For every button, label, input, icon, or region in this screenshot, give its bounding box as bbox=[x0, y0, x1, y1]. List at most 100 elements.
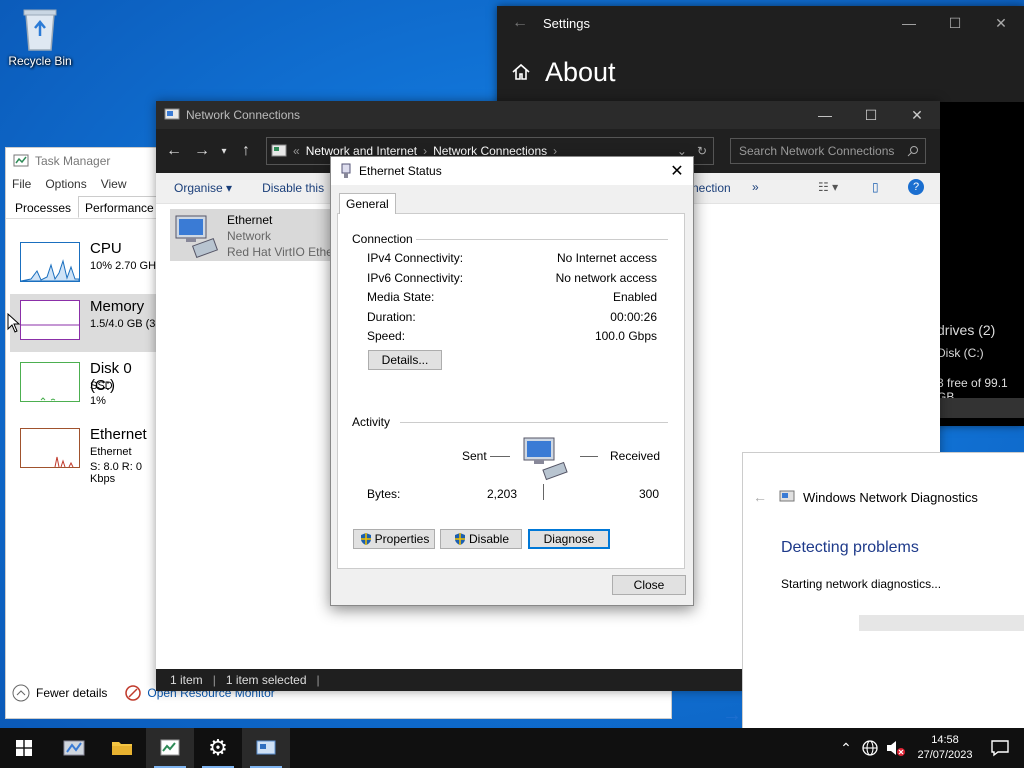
ethernet-throughput: S: 8.0 R: 0 Kbps bbox=[90, 461, 142, 485]
help-icon[interactable]: ? bbox=[908, 179, 924, 195]
maximize-icon[interactable]: ☐ bbox=[932, 15, 978, 32]
taskbar-file-explorer-button[interactable] bbox=[98, 728, 146, 768]
ipv4-label: IPv4 Connectivity: bbox=[367, 251, 464, 265]
control-panel-icon bbox=[256, 740, 276, 755]
clock[interactable]: 14:58 27/07/2023 bbox=[910, 733, 980, 763]
control-panel-icon bbox=[271, 144, 287, 157]
more-commands-button[interactable]: » bbox=[752, 180, 759, 194]
close-icon[interactable]: ✕ bbox=[894, 107, 940, 124]
speed-value: 100.0 Gbps bbox=[594, 329, 657, 343]
received-label: Received bbox=[610, 449, 661, 463]
disk-usage-bar bbox=[937, 398, 1024, 418]
speaker-muted-icon[interactable] bbox=[885, 739, 907, 757]
tab-general[interactable]: General bbox=[339, 193, 396, 214]
mouse-cursor-icon bbox=[7, 313, 21, 333]
globe-network-icon[interactable] bbox=[861, 739, 879, 757]
ipv6-label: IPv6 Connectivity: bbox=[367, 271, 464, 285]
fewer-details-link[interactable]: Fewer details bbox=[36, 686, 107, 700]
selected-count: 1 item selected bbox=[225, 673, 307, 687]
recycle-bin-desktop-icon[interactable]: Recycle Bin bbox=[6, 6, 74, 68]
menu-options[interactable]: Options bbox=[45, 177, 86, 191]
network-diagnostics-window[interactable]: ← Windows Network Diagnostics Detecting … bbox=[742, 452, 1024, 734]
disk-graph bbox=[20, 362, 80, 402]
taskbar-explorer-view-button[interactable] bbox=[50, 728, 98, 768]
memory-label: Memory bbox=[90, 298, 145, 315]
screen-capture-icon bbox=[63, 740, 85, 756]
shield-icon bbox=[360, 533, 371, 545]
resource-monitor-icon bbox=[125, 685, 142, 701]
disable-button[interactable]: Disable bbox=[440, 529, 522, 549]
folder-icon bbox=[112, 742, 132, 755]
close-icon[interactable]: ✕ bbox=[978, 15, 1024, 32]
network-connections-titlebar[interactable]: Network Connections — ☐ ✕ bbox=[156, 101, 940, 129]
start-button[interactable] bbox=[0, 728, 48, 768]
cpu-usage: 10% 2.70 GHz bbox=[90, 260, 162, 272]
back-arrow-icon[interactable]: ← bbox=[753, 489, 767, 505]
media-state-value: Enabled bbox=[612, 290, 657, 304]
search-placeholder: Search Network Connections bbox=[739, 144, 895, 158]
organise-button[interactable]: Organise ▾ bbox=[174, 181, 232, 195]
preview-pane-icon[interactable]: ▯ bbox=[872, 180, 879, 194]
adapter-status: Network bbox=[227, 229, 272, 243]
chevron-up-circle-icon[interactable] bbox=[12, 684, 30, 702]
close-button[interactable]: Close bbox=[612, 575, 686, 595]
taskbar-task-manager-button[interactable] bbox=[146, 728, 194, 768]
ethernet-status-title: Ethernet Status bbox=[359, 164, 442, 178]
taskbar-settings-button[interactable]: ⚙ bbox=[194, 728, 242, 768]
perf-item-ethernet[interactable]: Ethernet Ethernet S: 8.0 R: 0 Kbps bbox=[10, 422, 160, 485]
bytes-label: Bytes: bbox=[367, 487, 401, 501]
memory-graph bbox=[20, 300, 80, 340]
perf-item-disk[interactable]: Disk 0 (C:) SSD 1% bbox=[10, 356, 160, 414]
ethernet-plug-icon bbox=[341, 163, 351, 178]
refresh-icon[interactable]: ↻ bbox=[697, 144, 707, 158]
connection-settings-button[interactable]: nection bbox=[692, 181, 731, 195]
ethernet-label: Ethernet bbox=[90, 426, 147, 443]
bytes-received-value: 300 bbox=[639, 487, 660, 501]
diagnose-button[interactable]: Diagnose bbox=[528, 529, 610, 549]
recent-locations-chevron-icon[interactable]: ▾ bbox=[216, 146, 232, 157]
disk-type: SSD bbox=[90, 380, 113, 392]
chevron-up-icon[interactable]: ⌃ bbox=[834, 740, 858, 757]
back-arrow-icon[interactable]: ← bbox=[160, 142, 188, 160]
ethernet-status-titlebar[interactable]: Ethernet Status ✕ bbox=[331, 157, 693, 185]
menu-file[interactable]: File bbox=[12, 177, 31, 191]
perf-item-memory[interactable]: Memory 1.5/4.0 GB (38%) bbox=[10, 294, 175, 352]
search-input[interactable]: Search Network Connections bbox=[730, 138, 926, 164]
system-tray: ⌃ 14:58 27/07/2023 bbox=[834, 728, 1024, 768]
clock-date: 27/07/2023 bbox=[917, 749, 973, 761]
ethernet-graph bbox=[20, 428, 80, 468]
taskbar-control-panel-button[interactable] bbox=[242, 728, 290, 768]
minimize-icon[interactable]: — bbox=[886, 15, 932, 31]
settings-title: Settings bbox=[543, 15, 590, 31]
ethernet-status-dialog[interactable]: Ethernet Status ✕ General Connection IPv… bbox=[330, 156, 694, 606]
maximize-icon[interactable]: ☐ bbox=[848, 107, 894, 124]
network-adapter-icon bbox=[175, 215, 219, 258]
minimize-icon[interactable]: — bbox=[802, 107, 848, 123]
tab-performance[interactable]: Performance bbox=[78, 196, 161, 218]
shield-icon bbox=[454, 533, 465, 545]
tab-processes[interactable]: Processes bbox=[8, 196, 78, 218]
task-manager-title: Task Manager bbox=[35, 154, 111, 168]
properties-button[interactable]: Properties bbox=[353, 529, 435, 549]
taskbar: ⚙ ⌃ 14:58 27/07/2023 bbox=[0, 728, 1024, 768]
drives-label: drives (2) bbox=[937, 322, 996, 338]
up-arrow-icon[interactable]: ↑ bbox=[232, 142, 260, 160]
change-view-icon[interactable]: ☷ ▾ bbox=[818, 180, 838, 194]
perf-item-cpu[interactable]: CPU 10% 2.70 GHz bbox=[10, 236, 162, 294]
details-button[interactable]: Details... bbox=[368, 350, 442, 370]
network-connections-title: Network Connections bbox=[186, 108, 301, 122]
breadcrumb-chevron-icon: « bbox=[293, 144, 300, 158]
menu-view[interactable]: View bbox=[101, 177, 127, 191]
settings-titlebar[interactable]: ← Settings — ☐ ✕ bbox=[497, 6, 1024, 40]
back-arrow-icon[interactable]: ← bbox=[497, 14, 543, 32]
cpu-label: CPU bbox=[90, 240, 122, 257]
item-count: 1 item bbox=[170, 673, 203, 687]
forward-arrow-icon[interactable]: → bbox=[188, 142, 216, 160]
close-icon[interactable]: ✕ bbox=[661, 161, 693, 181]
action-center-icon[interactable] bbox=[990, 739, 1010, 757]
activity-group-label: Activity bbox=[352, 415, 391, 429]
arrow-right-icon: → bbox=[722, 704, 742, 726]
clock-time: 14:58 bbox=[931, 734, 959, 746]
disable-device-button[interactable]: Disable this network device bbox=[262, 181, 326, 195]
ethernet-adapter-item[interactable]: Ethernet Network Red Hat VirtIO Ethernet… bbox=[170, 209, 398, 261]
